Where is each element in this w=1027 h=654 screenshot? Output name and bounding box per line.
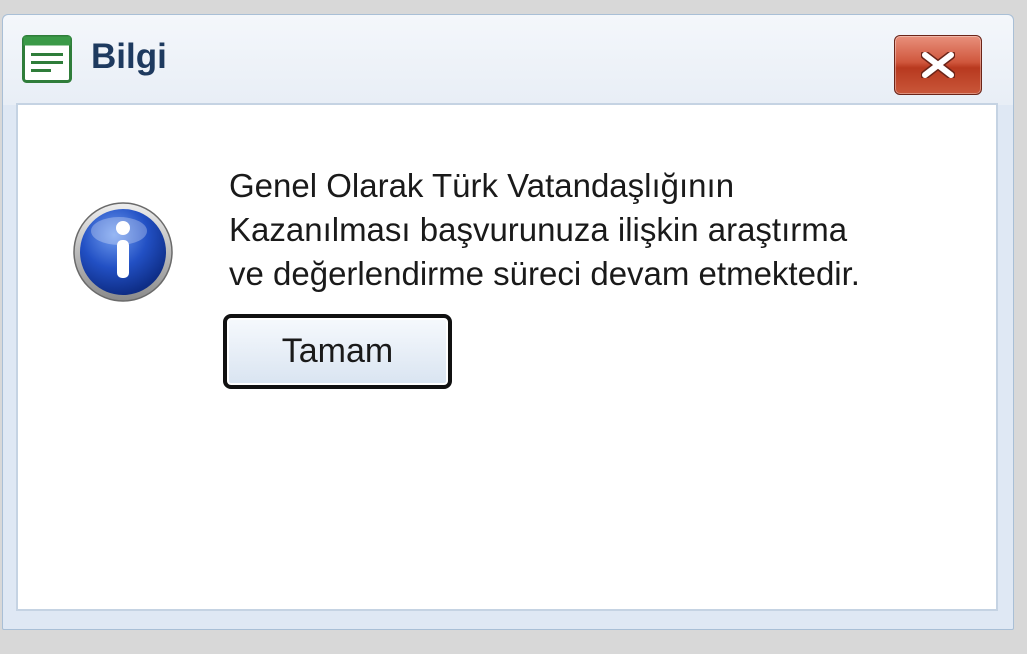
message-line: Genel Olarak Türk Vatandaşlığının	[229, 167, 735, 204]
close-x-icon	[921, 52, 955, 78]
dialog-title: Bilgi	[91, 37, 167, 76]
message-line: Kazanılması başvurunuza ilişkin araştırm…	[229, 211, 848, 248]
message-text: Genel Olarak Türk Vatandaşlığının Kazanı…	[229, 164, 969, 296]
message-line: ve değerlendirme süreci devam etmektedir…	[229, 255, 860, 292]
title-bar[interactable]: Bilgi	[3, 15, 1013, 105]
dialog-window: Bilgi Genel Olarak Türk Vatandaşlığının …	[2, 14, 1014, 630]
document-window-icon	[22, 35, 72, 83]
information-icon	[73, 202, 173, 302]
close-button[interactable]	[894, 35, 982, 95]
ok-button[interactable]: Tamam	[223, 314, 452, 389]
dialog-body: Genel Olarak Türk Vatandaşlığının Kazanı…	[16, 103, 998, 611]
